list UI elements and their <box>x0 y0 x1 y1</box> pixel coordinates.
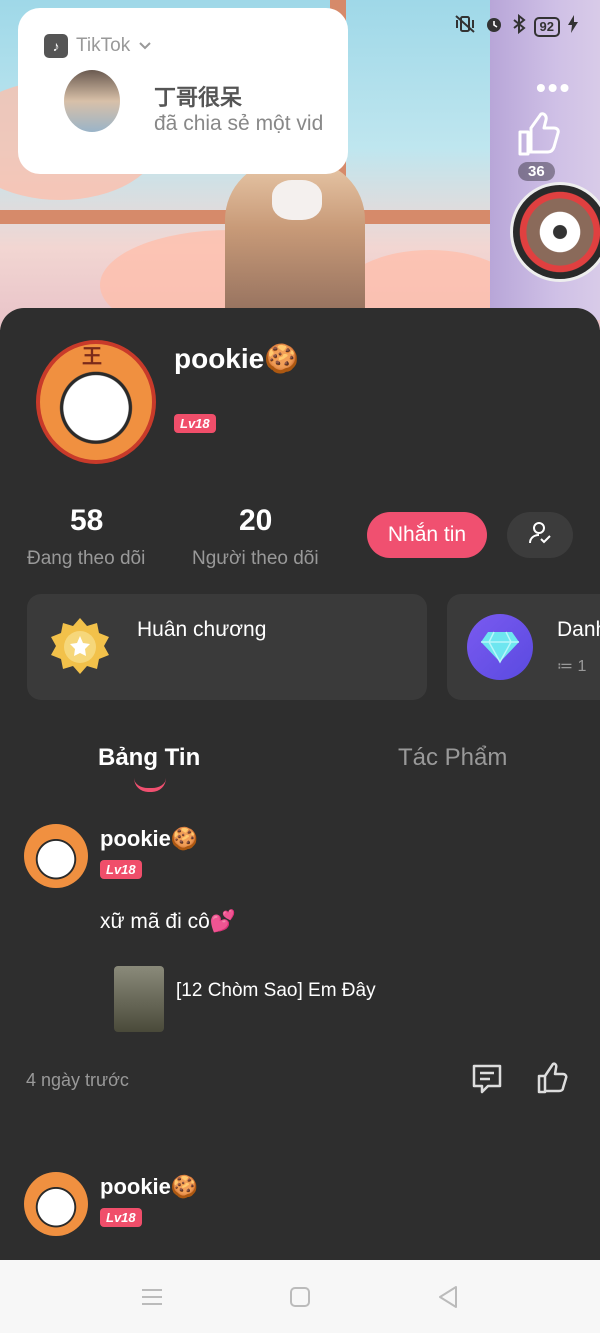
charging-icon <box>568 15 578 38</box>
bluetooth-icon <box>512 13 526 39</box>
post-avatar[interactable] <box>24 1172 88 1236</box>
tab-feed[interactable]: Bảng Tin <box>98 744 200 772</box>
followers-count[interactable]: 20 <box>239 504 272 538</box>
vibrate-off-icon <box>454 14 476 39</box>
tiger-crown-icon: 王 <box>82 346 102 368</box>
status-bar: 92 <box>454 13 578 39</box>
diamond-icon <box>467 614 533 680</box>
medal-card[interactable]: Huân chương <box>27 594 427 700</box>
post-avatar[interactable] <box>24 824 88 888</box>
notification-body: đã chia sẻ một vid <box>154 112 324 135</box>
music-disc[interactable] <box>510 182 600 282</box>
notification-app-name: TikTok <box>76 35 131 56</box>
post-level-badge: Lv18 <box>100 860 142 879</box>
home-icon[interactable] <box>286 1283 314 1311</box>
medal-icon <box>47 616 113 678</box>
active-tab-indicator <box>134 778 166 792</box>
character-scarf <box>272 180 322 220</box>
post-username[interactable]: pookie🍪 <box>100 1174 198 1200</box>
back-icon[interactable] <box>434 1283 462 1311</box>
following-label[interactable]: Đang theo dõi <box>27 548 145 570</box>
post-timestamp: 4 ngày trước <box>26 1070 129 1090</box>
notification-avatar <box>64 70 120 132</box>
message-button[interactable]: Nhắn tin <box>367 512 487 558</box>
like-icon[interactable] <box>536 1062 570 1096</box>
profile-username: pookie🍪 <box>174 343 300 374</box>
like-float-icon[interactable] <box>514 110 564 160</box>
followers-label[interactable]: Người theo dõi <box>192 548 319 570</box>
list-card[interactable]: Danh ≔ 1 <box>447 594 600 700</box>
notification-app: ♪ TikTok <box>44 34 152 58</box>
battery-icon: 92 <box>533 16 560 37</box>
follow-status-button[interactable] <box>507 512 573 558</box>
list-card-count: ≔ 1 <box>557 658 587 675</box>
alarm-icon <box>484 14 504 39</box>
post-username[interactable]: pookie🍪 <box>100 826 198 852</box>
post-link-title[interactable]: [12 Chòm Sao] Em Đây <box>176 980 376 1002</box>
chevron-down-icon <box>138 35 152 57</box>
tiktok-icon: ♪ <box>44 34 68 58</box>
level-badge: Lv18 <box>174 414 216 433</box>
post-thumbnail[interactable] <box>114 966 164 1032</box>
notification-card[interactable]: ♪ TikTok 丁哥很呆 đã chia sẻ một vid <box>18 8 348 174</box>
tab-works[interactable]: Tác Phẩm <box>398 744 507 772</box>
profile-panel: 王 pookie🍪 Lv18 58 Đang theo dõi 20 Người… <box>0 308 600 1260</box>
like-count: 36 <box>518 162 555 181</box>
medal-card-title: Huân chương <box>137 618 267 641</box>
menu-icon[interactable] <box>138 1283 166 1311</box>
post-text: xữ mã đi cô💕 <box>100 910 236 933</box>
post-level-badge: Lv18 <box>100 1208 142 1227</box>
following-count[interactable]: 58 <box>70 504 103 538</box>
comment-icon[interactable] <box>470 1062 504 1096</box>
system-nav-bar <box>0 1260 600 1333</box>
more-options-icon[interactable]: ••• <box>536 72 571 104</box>
notification-title: 丁哥很呆 <box>154 85 243 110</box>
user-check-icon <box>527 520 553 551</box>
list-card-title: Danh <box>557 618 600 641</box>
